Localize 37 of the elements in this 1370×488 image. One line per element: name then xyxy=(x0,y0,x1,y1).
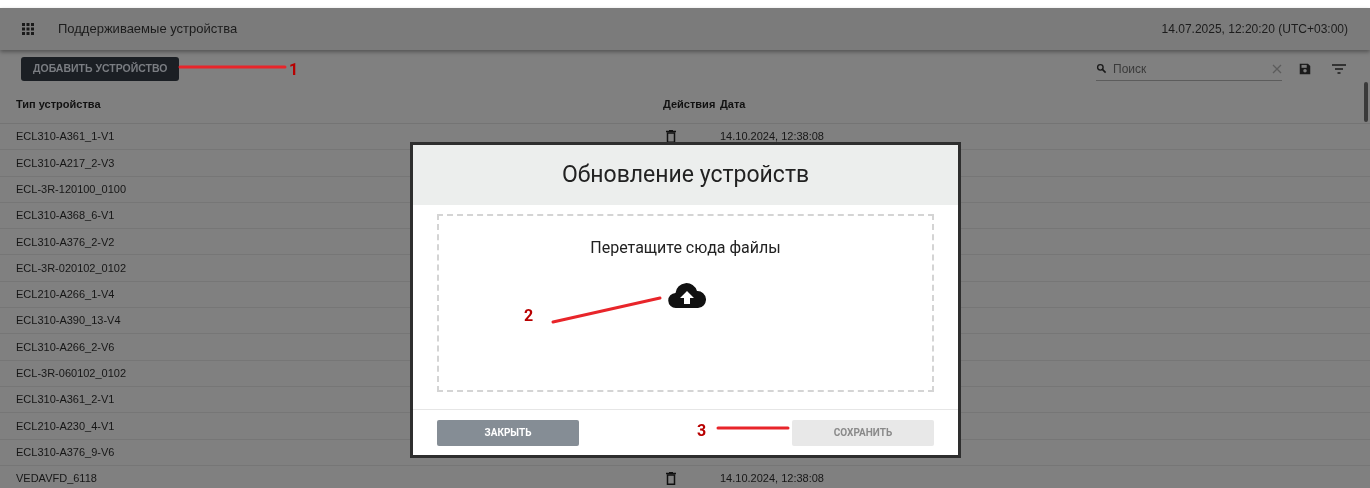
device-type-cell: ECL310-A217_2-V3 xyxy=(16,156,115,169)
column-header: Действия xyxy=(663,97,717,113)
device-type-cell: ECL310-A361_1-V1 xyxy=(16,130,115,143)
annotation-number: 3 xyxy=(697,420,707,442)
device-type-cell: ECL310-A376_9-V6 xyxy=(16,445,115,458)
device-type-cell: ECL-3R-060102_0102 xyxy=(16,367,127,380)
trash-icon[interactable] xyxy=(666,130,676,144)
annotation-number: 1 xyxy=(289,59,299,81)
date-cell-text: 14.10.2024, 12:38:08 xyxy=(720,471,824,487)
annotation-number: 2 xyxy=(524,305,534,327)
device-type-cell: VEDAVFD_6118 xyxy=(16,472,97,485)
filter-icon[interactable] xyxy=(1332,63,1346,75)
device-type-cell: ECL310-A368_6-V1 xyxy=(16,209,115,222)
device-type-cell: ECL310-A266_2-V6 xyxy=(16,340,115,353)
device-type-cell: ECL310-A361_2-V1 xyxy=(16,393,115,406)
column-header: Дата xyxy=(720,97,746,113)
page-title: Поддерживаемые устройства xyxy=(58,20,238,39)
cloud-upload-icon xyxy=(667,283,706,309)
device-type-cell: ECL-3R-020102_0102 xyxy=(16,261,127,274)
date-time: 14.07.2025, 12:20:20 (UTC+03:00) xyxy=(1161,21,1348,38)
save-icon[interactable] xyxy=(1298,62,1312,76)
column-header: Тип устройства xyxy=(16,97,102,113)
date-cell-text: 14.10.2024, 12:38:08 xyxy=(720,129,824,145)
scrollbar-thumb[interactable] xyxy=(1364,82,1368,122)
trash-icon[interactable] xyxy=(666,472,676,485)
device-type-cell: ECL210-A230_4-V1 xyxy=(16,419,115,432)
device-type-cell: ECL-3R-120100_0100 xyxy=(16,183,127,195)
dialog-title: Обновление устройств xyxy=(561,159,810,190)
device-type-cell: ECL310-A390_13-V4 xyxy=(16,314,121,327)
device-type-cell: ECL210-A266_1-V4 xyxy=(16,288,115,301)
apps-grid-icon[interactable] xyxy=(22,23,34,35)
device-type-cell: ECL310-A376_2-V2 xyxy=(16,235,115,248)
search-icon xyxy=(1096,63,1107,74)
dropzone-text: Перетащите сюда файлы xyxy=(590,237,781,259)
add-device-button[interactable]: ДОБАВИТЬ УСТРОЙСТВО xyxy=(21,57,180,81)
close-button[interactable]: ЗАКРЫТЬ xyxy=(437,419,579,446)
search-field[interactable]: Поиск xyxy=(1113,59,1266,78)
